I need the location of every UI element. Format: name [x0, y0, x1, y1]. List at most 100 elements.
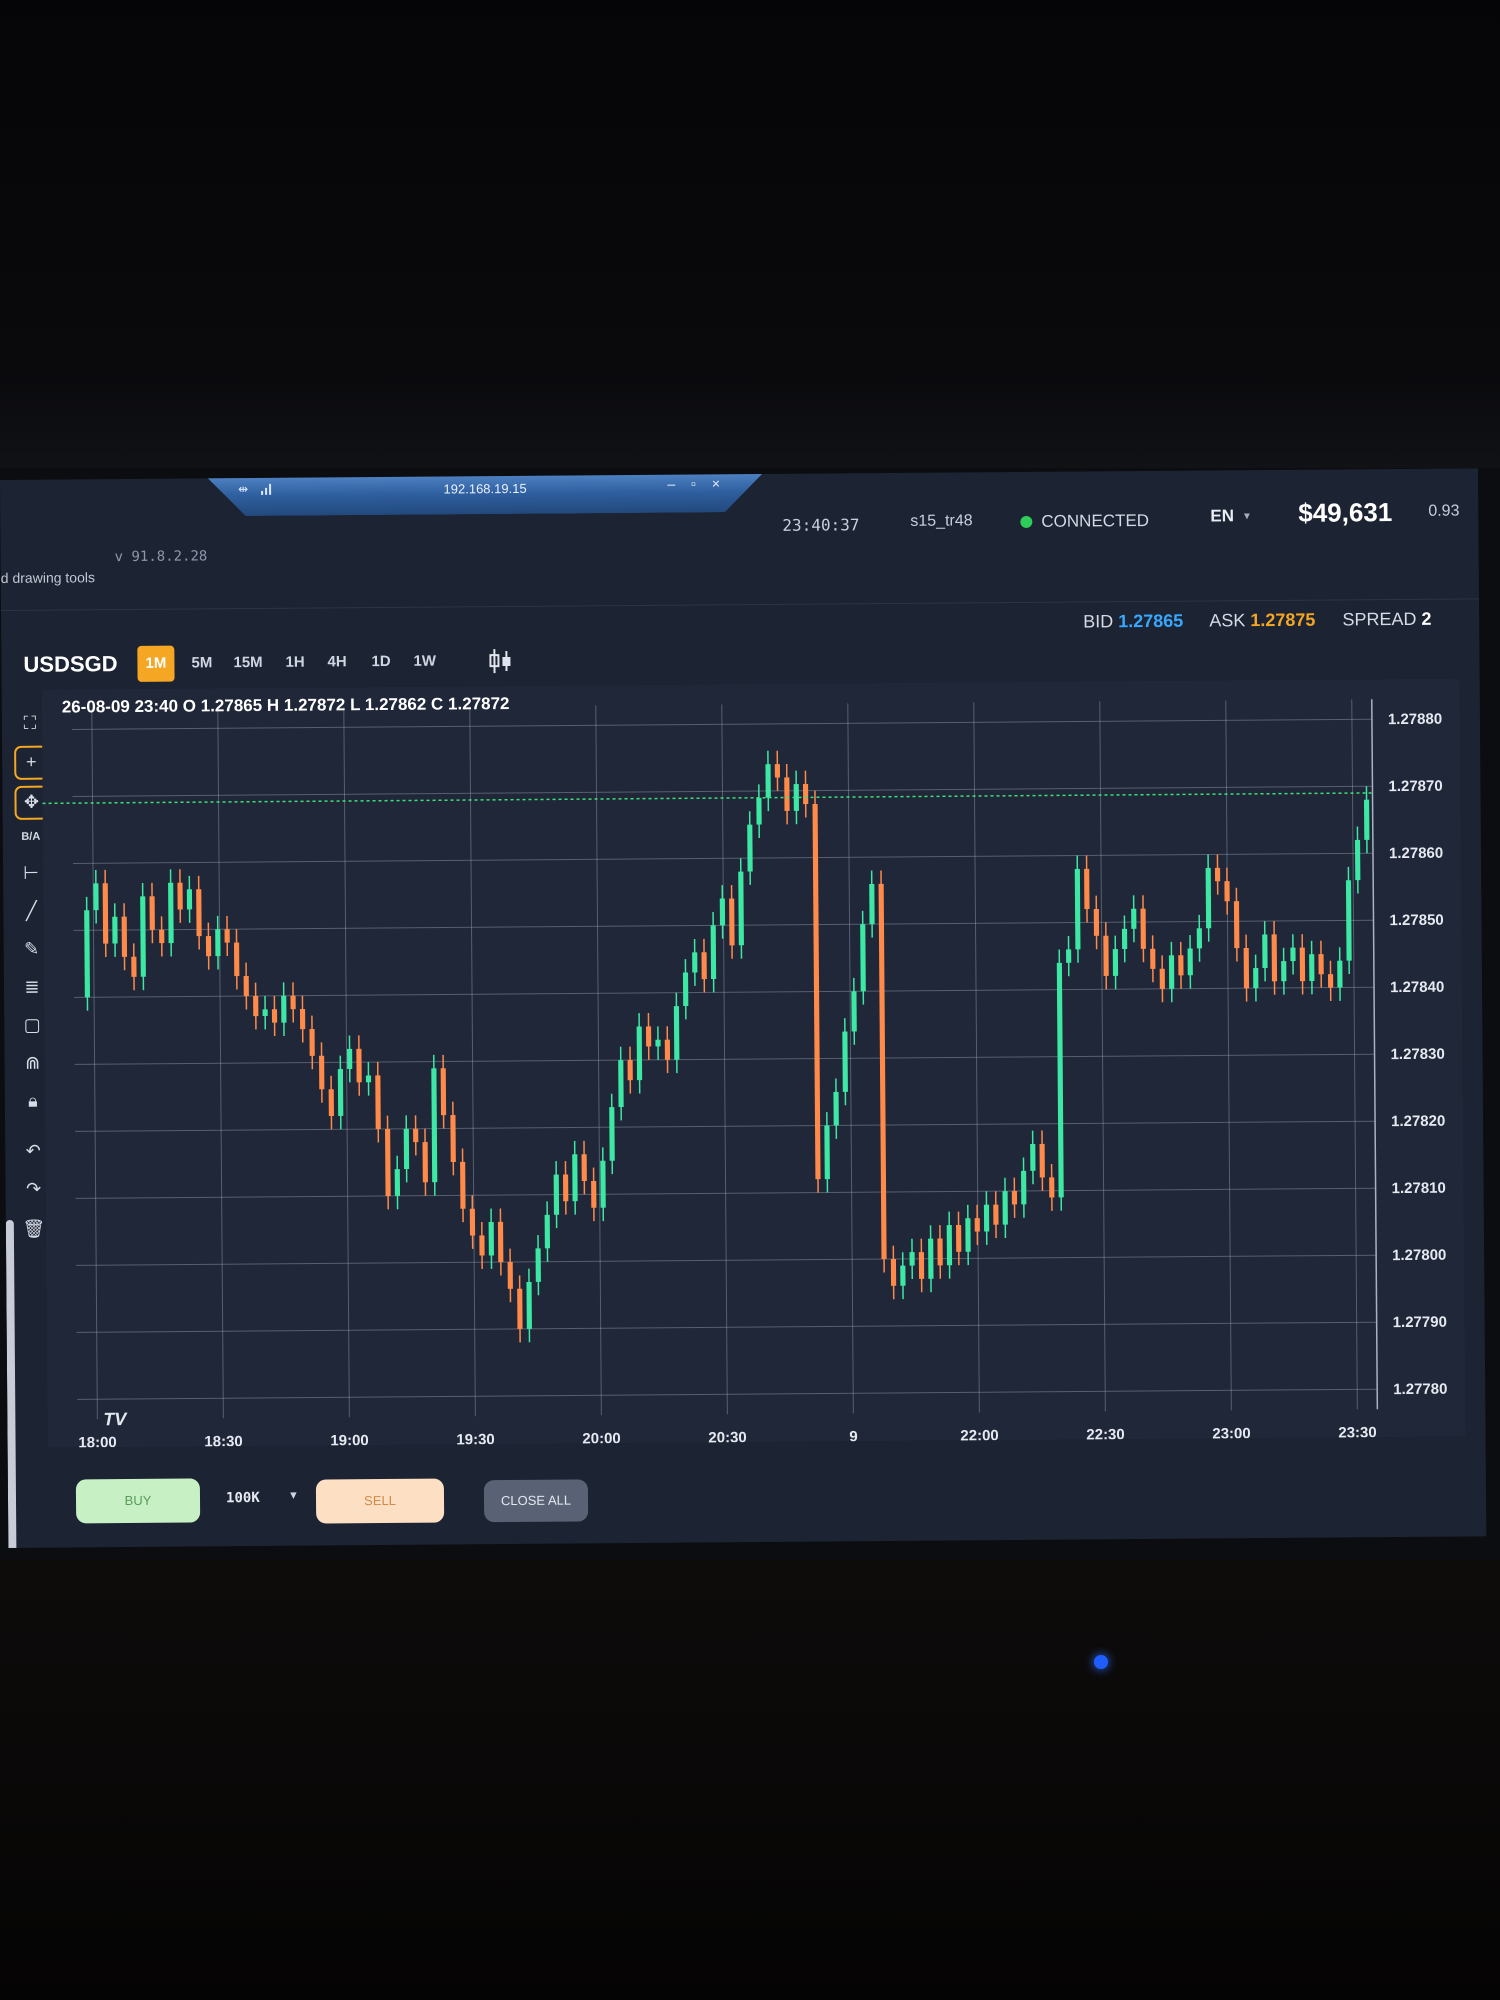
candle-body [842, 1031, 848, 1092]
price-chart[interactable]: 1.27880 1.27870 1.27860 1.27850 1.27840 1.278… [41, 678, 1466, 1448]
candle-body [747, 824, 753, 872]
candle-body [394, 1169, 401, 1196]
price-tick-label: 1.27810 [1392, 1180, 1446, 1197]
close-all-button[interactable]: CLOSE ALL [483, 1479, 589, 1523]
candle-body [1093, 908, 1100, 936]
candle-body [299, 1009, 306, 1030]
candle-body [1233, 901, 1240, 949]
candle-body [890, 1258, 897, 1286]
lot-size-select[interactable]: 100K [226, 1490, 260, 1506]
candle-body [131, 956, 137, 977]
candle-body [356, 1048, 362, 1083]
candle-body [860, 924, 866, 992]
candle-body [1121, 928, 1128, 950]
candle-body [928, 1238, 934, 1279]
timeframe-1m[interactable]: 1M [137, 645, 175, 682]
candle-body [946, 1225, 953, 1266]
drawing-tools-hint: d drawing tools [0, 569, 96, 586]
candle-body [1290, 947, 1296, 962]
candle-body [497, 1221, 504, 1263]
candle-body [869, 883, 875, 925]
candle-body [112, 916, 118, 944]
candlestick-type-icon[interactable] [487, 648, 513, 674]
ohlc-legend: 26-08-09 23:40 O 1.27865 H 1.27872 L 1.2… [61, 694, 510, 717]
price-tick-label: 1.27860 [1389, 845, 1443, 862]
candle-body [1327, 974, 1334, 988]
candle-body [918, 1252, 925, 1279]
timeframe-1h[interactable]: 1H [277, 645, 312, 681]
price-tick-label: 1.27790 [1393, 1314, 1447, 1331]
price-tick-label: 1.27870 [1388, 778, 1442, 795]
candle-body [682, 972, 689, 1007]
time-tick-label: 22:30 [1086, 1426, 1125, 1443]
candle-body [215, 929, 221, 957]
candle-body [1049, 1177, 1055, 1198]
candle-body [281, 995, 287, 1023]
language-selector[interactable]: EN ▼ [1210, 506, 1252, 526]
candle-body [1030, 1143, 1036, 1171]
candle-body [765, 764, 771, 798]
candle-body [403, 1128, 410, 1170]
candle-body [328, 1089, 334, 1117]
bid-price: 1.27865 [1118, 610, 1184, 632]
symbol-name[interactable]: USDSGD [23, 651, 117, 678]
candle-body [121, 916, 128, 957]
background-wall [0, 0, 1500, 470]
sell-button[interactable]: SELL [315, 1478, 445, 1524]
candle-body [102, 883, 109, 944]
timeframe-4h[interactable]: 4H [319, 644, 354, 680]
candle-body [701, 952, 707, 980]
timeframe-1w[interactable]: 1W [405, 644, 444, 680]
chevron-down-icon[interactable]: ▼ [288, 1490, 299, 1502]
candle-body [802, 783, 809, 805]
candle-body [833, 1091, 839, 1126]
time-tick-label: 23:00 [1212, 1425, 1251, 1442]
candle-body [460, 1161, 466, 1209]
candle-body [196, 889, 202, 937]
timeframe-15m[interactable]: 15M [225, 645, 270, 681]
chevron-down-icon: ▼ [1241, 511, 1252, 523]
candle-body [993, 1204, 999, 1225]
status-dot-icon [1020, 515, 1033, 528]
candle-body [319, 1055, 325, 1090]
candle-body [937, 1238, 943, 1266]
candle-body [337, 1069, 344, 1116]
timeframe-1d[interactable]: 1D [363, 644, 398, 680]
candle-body [488, 1221, 494, 1256]
candle-body [233, 942, 240, 977]
buy-button[interactable]: BUY [75, 1478, 201, 1524]
candle-body [140, 896, 146, 977]
candle-body [729, 898, 735, 946]
candle-body [645, 1026, 652, 1047]
candle-body [664, 1039, 671, 1060]
candle-body [84, 910, 90, 998]
language-label: EN [1210, 506, 1235, 526]
candle-body [1021, 1170, 1027, 1205]
sidebar-scrollbar[interactable] [5, 1219, 17, 1548]
candle-body [149, 896, 155, 930]
server-clock: 23:40:37 [782, 515, 860, 535]
candle-body [479, 1235, 485, 1256]
desk-surface [0, 1560, 1500, 2000]
window-controls[interactable]: – ▫ × [667, 475, 726, 491]
candle-body [572, 1154, 578, 1202]
price-tick-label: 1.27880 [1388, 711, 1442, 728]
candle-body [1011, 1191, 1018, 1205]
time-tick-label: 22:00 [960, 1427, 999, 1444]
candle-body [774, 764, 781, 778]
timeframe-5m[interactable]: 5M [183, 645, 220, 681]
candle-body [469, 1208, 476, 1236]
candle-body [1112, 949, 1119, 976]
candle-body [636, 1026, 643, 1081]
candle-body [1243, 948, 1250, 989]
candle-body [544, 1214, 551, 1249]
candle-body [1337, 960, 1343, 988]
quote-panel: BID 1.27865 ASK 1.27875 SPREAD 2 [1083, 609, 1431, 633]
candle-body [271, 1009, 278, 1023]
app-version: v 91.8.2.28 [114, 548, 208, 566]
candle-body [609, 1107, 615, 1161]
candle-body [346, 1048, 353, 1069]
candle-body [1345, 880, 1352, 961]
ask-price: 1.27875 [1250, 609, 1316, 631]
candle-body [600, 1160, 606, 1208]
